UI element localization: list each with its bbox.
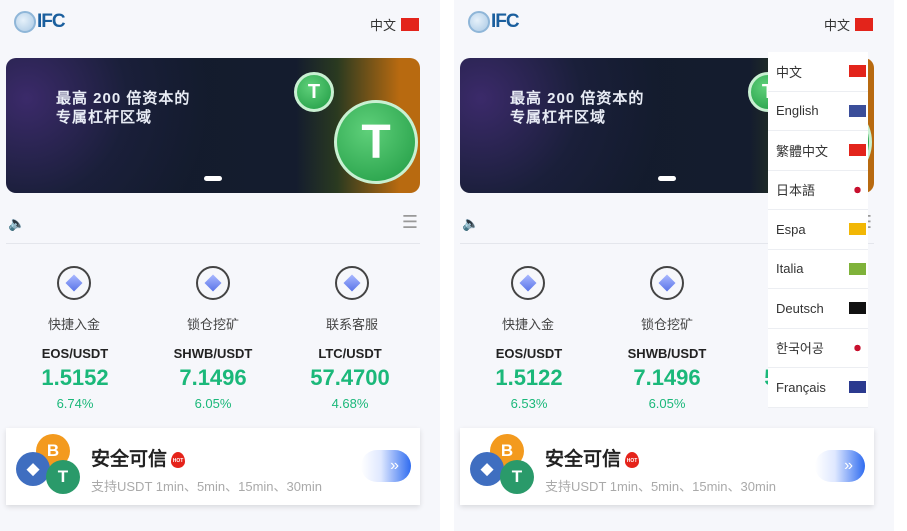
hot-badge-icon: HOT: [625, 452, 640, 468]
market-ticker[interactable]: EOS/USDT 1.5122 6.53%: [464, 346, 594, 411]
language-option[interactable]: 日本語: [768, 171, 868, 210]
promo-card[interactable]: B ◆ T 安全可信 HOT 支持USDT 1min、5min、15min、30m…: [460, 428, 874, 505]
card-title: 安全可信: [545, 449, 622, 470]
language-selector[interactable]: 中文: [824, 15, 874, 34]
feature-deposit[interactable]: 快捷入金: [24, 266, 124, 333]
speaker-icon: 🔈: [8, 215, 26, 231]
banner-text: 最高 200 倍资本的 专属杠杆区域: [510, 90, 645, 126]
language-option[interactable]: Français: [768, 368, 868, 408]
banner-carousel[interactable]: 最高 200 倍资本的专属杠杆区域 T T: [6, 58, 420, 193]
flag-icon: [849, 183, 866, 196]
ethereum-icon: ◆: [470, 452, 504, 486]
china-flag-icon: [401, 18, 420, 31]
phone-screen: IFC 中文 最高 200 倍资本的专属杠杆区域 T T 🔈☰快捷入金锁仓挖矿联…: [0, 0, 440, 531]
pie-chart-icon: [196, 266, 230, 300]
carousel-indicator[interactable]: [658, 176, 676, 181]
flag-icon: [849, 381, 866, 394]
flag-icon: [849, 104, 866, 117]
china-flag-icon: [855, 18, 874, 31]
tether-icon: T: [46, 460, 80, 494]
tether-coin-icon: T: [334, 100, 418, 184]
arrow-button[interactable]: »: [815, 450, 865, 482]
headset-icon: [335, 266, 369, 300]
banner-text: 最高 200 倍资本的 专属杠杆区域: [56, 90, 191, 126]
language-dropdown: 中文 English 繁體中文 日本語 Espa Italia Deutsch 한국어공 Fra…: [768, 52, 868, 408]
market-ticker[interactable]: SHWB/USDT 7.1496 6.05%: [148, 346, 278, 411]
pie-chart-icon: [650, 266, 684, 300]
market-ticker[interactable]: LTC/USDT 57.4700 4.68%: [285, 346, 415, 411]
market-ticker[interactable]: EOS/USDT 1.5152 6.74%: [10, 346, 140, 411]
deposit-icon: [57, 266, 91, 300]
tether-icon: T: [500, 460, 534, 494]
flag-icon: [849, 144, 866, 157]
flag-icon: [849, 223, 866, 236]
language-option[interactable]: 한국어공: [768, 329, 868, 368]
feature-headset[interactable]: 联系客服: [302, 266, 402, 333]
language-option[interactable]: Espa: [768, 210, 868, 250]
logo[interactable]: IFC: [14, 11, 66, 33]
market-ticker[interactable]: SHWB/USDT 7.1496 6.05%: [602, 346, 732, 411]
promo-card[interactable]: B ◆ T 安全可信 HOT 支持USDT 1min、5min、15min、30m…: [6, 428, 420, 505]
feature-deposit[interactable]: 快捷入金: [478, 266, 578, 333]
language-option[interactable]: 中文: [768, 52, 868, 92]
flag-icon: [849, 302, 866, 315]
deposit-icon: [511, 266, 545, 300]
menu-icon[interactable]: ☰: [402, 212, 418, 233]
carousel-indicator[interactable]: [204, 176, 222, 181]
flag-icon: [849, 65, 866, 78]
globe-icon: [14, 11, 36, 33]
language-option[interactable]: Italia: [768, 250, 868, 289]
card-subtitle: 支持USDT 1min、5min、15min、30min: [91, 479, 322, 494]
arrow-button[interactable]: »: [361, 450, 411, 482]
ethereum-icon: ◆: [16, 452, 50, 486]
flag-icon: [849, 262, 866, 275]
speaker-icon: 🔈: [462, 215, 480, 231]
flag-icon: [849, 341, 866, 354]
feature-pie-chart[interactable]: 锁仓挖矿: [617, 266, 717, 333]
logo[interactable]: IFC: [468, 11, 520, 33]
hot-badge-icon: HOT: [171, 452, 186, 468]
globe-icon: [468, 11, 490, 33]
language-selector[interactable]: 中文: [370, 15, 420, 34]
tether-coin-icon: T: [294, 72, 334, 112]
language-option[interactable]: 繁體中文: [768, 131, 868, 171]
language-option[interactable]: English: [768, 92, 868, 131]
card-subtitle: 支持USDT 1min、5min、15min、30min: [545, 479, 776, 494]
card-title: 安全可信: [91, 449, 168, 470]
notice-bar: 🔈☰: [6, 212, 420, 244]
feature-pie-chart[interactable]: 锁仓挖矿: [163, 266, 263, 333]
language-option[interactable]: Deutsch: [768, 289, 868, 329]
